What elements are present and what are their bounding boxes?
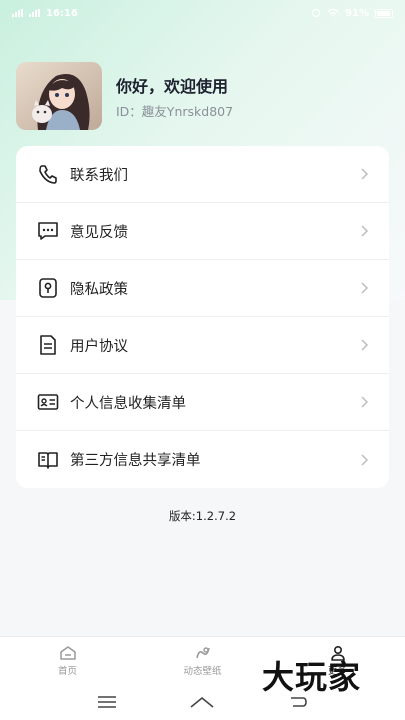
tab-label: 首页 (57, 665, 77, 677)
menu-item-contact-us[interactable]: 联系我们 (16, 146, 389, 203)
avatar-illustration (16, 62, 102, 130)
alarm-icon (311, 8, 321, 18)
profile-page: 16:16 91% 你好，欢迎使用 ID：趣友Ynrskd807 联系我们 意见… (0, 0, 405, 720)
menu-item-label: 第三方信息共享清单 (70, 453, 201, 469)
feedback-chat-icon (36, 219, 60, 243)
status-time: 16:16 (46, 7, 78, 19)
status-right: 91% (311, 8, 393, 19)
chevron-right-icon (361, 225, 369, 237)
privacy-lock-icon (36, 276, 60, 300)
tab-label: 动态壁纸 (183, 665, 222, 677)
book-icon (36, 448, 60, 472)
menu-item-privacy-policy[interactable]: 隐私政策 (16, 260, 389, 317)
status-left: 16:16 (12, 8, 78, 19)
menu-item-label: 隐私政策 (70, 281, 128, 298)
watermark-logo: 大玩家 (262, 658, 362, 696)
signal-icon-2 (29, 9, 40, 17)
avatar[interactable] (16, 62, 102, 130)
chevron-right-icon (361, 168, 369, 180)
battery-percent: 91% (345, 7, 369, 19)
profile-text: 你好，欢迎使用 ID：趣友Ynrskd807 (116, 73, 233, 120)
wallpaper-icon (195, 646, 210, 658)
profile-header: 你好，欢迎使用 ID：趣友Ynrskd807 (0, 26, 405, 130)
settings-menu-card: 联系我们 意见反馈 隐私政策 用户协议 个人信息收集清单 第三方信息共享清单 (16, 146, 389, 488)
wifi-icon (327, 8, 339, 17)
status-bar: 16:16 91% (0, 0, 405, 26)
menu-item-third-party-sharing-list[interactable]: 第三方信息共享清单 (16, 431, 389, 488)
chevron-right-icon (361, 339, 369, 351)
phone-icon (36, 162, 60, 186)
tab-home[interactable]: 首页 (0, 637, 135, 684)
menu-item-personal-info-list[interactable]: 个人信息收集清单 (16, 374, 389, 431)
id-card-icon (36, 390, 60, 414)
document-icon (36, 333, 60, 357)
app-version: 版本:1.2.7.2 (168, 509, 237, 523)
menu-item-label: 个人信息收集清单 (70, 395, 186, 412)
greeting-text: 你好，欢迎使用 (116, 76, 229, 96)
menu-item-feedback[interactable]: 意见反馈 (16, 203, 389, 260)
chevron-right-icon (361, 282, 369, 294)
menu-item-label: 意见反馈 (70, 224, 128, 241)
menu-item-label: 联系我们 (70, 167, 128, 184)
menu-icon[interactable] (96, 695, 118, 709)
chevron-right-icon (361, 396, 369, 408)
home-nav-icon[interactable] (189, 695, 215, 709)
menu-item-user-agreement[interactable]: 用户协议 (16, 317, 389, 374)
chevron-right-icon (361, 453, 369, 466)
home-icon (59, 645, 76, 660)
menu-item-label: 用户协议 (70, 338, 128, 355)
signal-icon (12, 9, 23, 17)
tab-live-wallpaper[interactable]: 动态壁纸 (135, 637, 270, 684)
battery-icon (375, 8, 393, 18)
user-id-text: ID：趣友Ynrskd807 (116, 103, 234, 119)
